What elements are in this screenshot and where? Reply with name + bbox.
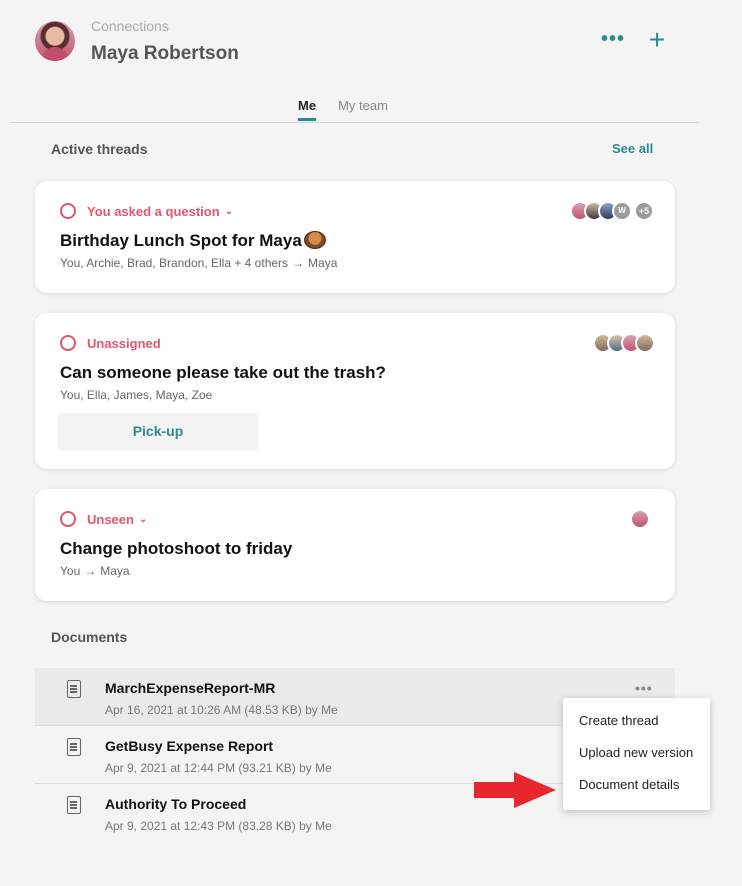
tab-bar: Me My team — [298, 96, 410, 121]
thread-title: Change photoshoot to friday — [60, 539, 293, 558]
breadcrumb[interactable]: Connections — [91, 18, 169, 34]
avatar: W — [612, 201, 632, 221]
arrow-right-icon: → — [292, 256, 305, 270]
avatar — [635, 333, 655, 353]
add-icon[interactable]: + — [644, 26, 670, 54]
recipient-text: Maya — [100, 564, 130, 578]
profile-avatar[interactable] — [35, 21, 75, 61]
divider — [10, 122, 699, 123]
thread-participants: You, Ella, James, Maya, Zoe — [60, 388, 213, 402]
tab-my-team[interactable]: My team — [338, 96, 388, 121]
participants-text: You — [60, 564, 81, 578]
thread-status[interactable]: You asked a question ⌄ — [60, 203, 233, 219]
annotation-arrow-icon — [474, 772, 556, 808]
more-options-icon[interactable]: ••• — [600, 29, 626, 52]
arrow-right-icon: → — [84, 564, 97, 578]
participants-text: You, Archie, Brad, Brandon, Ella + 4 oth… — [60, 256, 289, 270]
recipient-text: Maya — [308, 256, 338, 270]
status-label: Unassigned — [87, 335, 161, 351]
participant-avatars: W +5 — [570, 201, 654, 221]
more-participants-badge: +5 — [634, 201, 654, 221]
header: Connections Maya Robertson ••• + Me My t… — [0, 0, 742, 125]
thread-participants: You, Archie, Brad, Brandon, Ella + 4 oth… — [60, 256, 337, 270]
chevron-down-icon: ⌄ — [138, 513, 148, 525]
page-title: Maya Robertson — [91, 43, 239, 64]
thread-title-text: Birthday Lunch Spot for Maya — [60, 231, 302, 250]
chevron-down-icon: ⌄ — [224, 205, 234, 217]
document-name: MarchExpenseReport-MR — [105, 680, 276, 696]
status-circle-icon — [60, 511, 76, 527]
see-all-link[interactable]: See all — [612, 141, 653, 156]
document-name: GetBusy Expense Report — [105, 738, 274, 754]
status-label: Unseen — [87, 511, 134, 527]
document-meta: Apr 9, 2021 at 12:43 PM (83.28 KB) by Me — [105, 819, 332, 833]
document-name: Authority To Proceed — [105, 796, 247, 812]
document-meta: Apr 9, 2021 at 12:44 PM (93.21 KB) by Me — [105, 761, 332, 775]
menu-item-document-details[interactable]: Document details — [563, 769, 710, 801]
thread-card[interactable]: You asked a question ⌄ W +5 Birthday Lun… — [35, 181, 675, 293]
status-label: You asked a question — [87, 203, 220, 219]
menu-item-upload-new-version[interactable]: Upload new version — [563, 737, 710, 769]
document-icon — [67, 796, 81, 814]
menu-item-create-thread[interactable]: Create thread — [563, 705, 710, 737]
thread-participants: You → Maya — [60, 564, 130, 578]
thread-status: Unassigned — [60, 335, 161, 351]
thread-card[interactable]: Unassigned Can someone please take out t… — [35, 313, 675, 469]
tab-me[interactable]: Me — [298, 96, 317, 121]
participant-avatars — [630, 509, 650, 529]
more-options-icon[interactable]: ••• — [635, 680, 653, 696]
thread-title: Can someone please take out the trash? — [60, 363, 386, 382]
status-circle-icon — [60, 335, 76, 351]
document-icon — [67, 738, 81, 756]
document-context-menu: Create thread Upload new version Documen… — [563, 698, 710, 810]
pick-up-button[interactable]: Pick-up — [58, 413, 258, 449]
cake-emoji-icon — [303, 231, 326, 249]
thread-title: Birthday Lunch Spot for Maya — [60, 231, 326, 251]
participant-avatars — [593, 333, 655, 353]
status-circle-icon — [60, 203, 76, 219]
document-meta: Apr 16, 2021 at 10:26 AM (48.53 KB) by M… — [105, 703, 338, 717]
avatar — [630, 509, 650, 529]
documents-heading: Documents — [51, 629, 128, 645]
document-icon — [67, 680, 81, 698]
thread-status[interactable]: Unseen ⌄ — [60, 511, 147, 527]
thread-card[interactable]: Unseen ⌄ Change photoshoot to friday You… — [35, 489, 675, 601]
active-threads-heading: Active threads — [51, 141, 148, 157]
